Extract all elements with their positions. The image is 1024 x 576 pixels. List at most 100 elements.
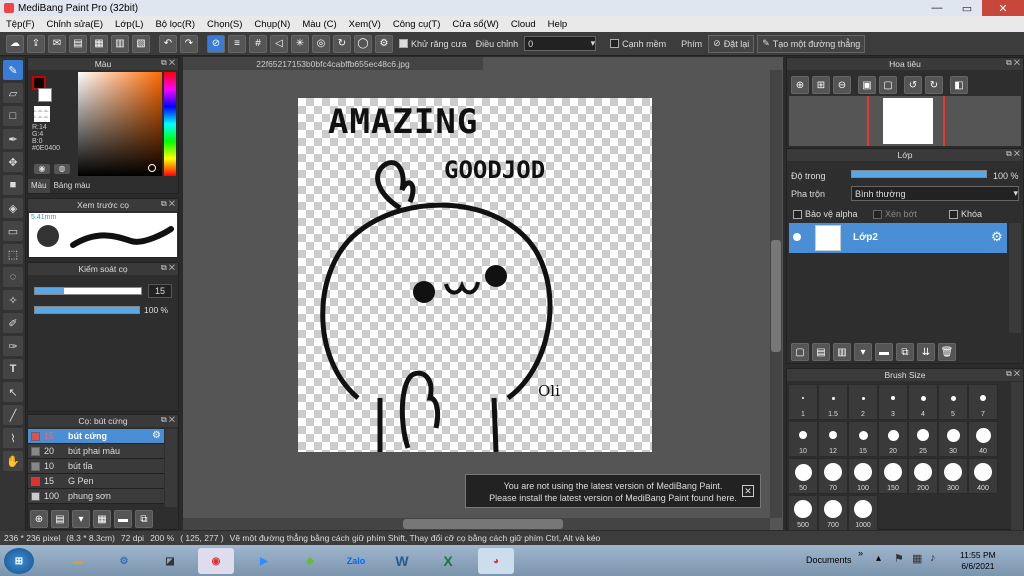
duplicate-layer-icon[interactable]: ⧉ xyxy=(896,343,914,361)
brush-size-cell[interactable]: 150 xyxy=(878,458,908,494)
brush-size-cell[interactable]: 200 xyxy=(908,458,938,494)
upload-icon[interactable]: ⇪ xyxy=(27,34,45,53)
ellipse-snap-icon[interactable]: ◯ xyxy=(354,34,372,53)
document-tab[interactable]: 22f65217153b0bfc4cabffb655ec48c6.jpg xyxy=(183,57,483,70)
brush-size-scrollbar[interactable] xyxy=(1011,382,1023,530)
brush-size-cell[interactable]: 500 xyxy=(788,495,818,531)
brush-list-scrollbar[interactable] xyxy=(165,429,177,507)
color-set-icon[interactable]: ◍ xyxy=(54,164,70,174)
parallel-snap-icon[interactable]: ≡ xyxy=(228,34,246,53)
green-app-icon[interactable]: ◈ xyxy=(292,548,328,574)
maximize-button[interactable]: ▭ xyxy=(952,0,982,16)
brush-size-cell[interactable]: 20 xyxy=(878,421,908,457)
brush-size-cell[interactable]: 1000 xyxy=(848,495,878,531)
rotate-right-icon[interactable]: ↻ xyxy=(925,76,943,94)
secondary-color-swatch[interactable] xyxy=(38,88,52,102)
new-8bit-layer-icon[interactable]: ▥ xyxy=(833,343,851,361)
menu-window[interactable]: Cửa sổ(W) xyxy=(446,19,504,30)
gradient-tool-icon[interactable]: ▭ xyxy=(3,221,23,241)
straight-line-button[interactable]: ✎ Tạo một đường thẳng xyxy=(757,34,866,53)
brush-size-cell[interactable]: 700 xyxy=(818,495,848,531)
color-wheel-icon[interactable]: ◉ xyxy=(34,164,50,174)
pages-icon[interactable]: ▧ xyxy=(132,34,150,53)
menu-tools[interactable]: Công cụ(T) xyxy=(387,19,447,30)
brush-size-cell[interactable]: 1.5 xyxy=(818,384,848,420)
brush-opacity-slider[interactable] xyxy=(34,306,140,314)
snap-settings-icon[interactable]: ⚙ xyxy=(375,34,393,53)
undo-icon[interactable]: ↶ xyxy=(159,34,177,53)
word-icon[interactable]: W xyxy=(384,548,420,574)
pen-tool-icon[interactable]: ✒ xyxy=(3,129,23,149)
shape-tool-icon[interactable]: ■ xyxy=(3,175,23,195)
menu-select[interactable]: Chọn(S) xyxy=(201,19,248,30)
antialias-toggle[interactable]: Khử răng cưa xyxy=(396,39,470,49)
snap-off-icon[interactable]: ⊘ xyxy=(207,34,225,53)
brush-size-cell[interactable]: 12 xyxy=(818,421,848,457)
eraser-tool-icon[interactable]: ▱ xyxy=(3,83,23,103)
save-icon[interactable]: ▦ xyxy=(90,34,108,53)
panel-close-icon[interactable]: ⧉ ✕ xyxy=(1006,369,1020,379)
eyedropper-tool-icon[interactable]: ⌇ xyxy=(3,428,23,448)
brush-size-cell[interactable]: 100 xyxy=(848,458,878,494)
zalo-icon[interactable]: Zalo xyxy=(338,548,374,574)
layer-opacity-slider[interactable] xyxy=(851,170,987,178)
brush-size-slider[interactable] xyxy=(34,287,142,295)
file-explorer-icon[interactable]: ▬ xyxy=(60,548,96,574)
grid-snap-icon[interactable]: # xyxy=(249,34,267,53)
brush-size-cell[interactable]: 10 xyxy=(788,421,818,457)
panel-close-icon[interactable]: ⧉ ✕ xyxy=(1006,58,1020,68)
divide-tool-icon[interactable]: ╱ xyxy=(3,405,23,425)
chrome-icon[interactable]: ◉ xyxy=(198,548,234,574)
settings-app-icon[interactable]: ⚙ xyxy=(106,548,142,574)
brush-duplicate-icon[interactable]: ⧉ xyxy=(135,510,153,528)
panel-close-icon[interactable]: ⧉ ✕ xyxy=(1006,149,1020,159)
new-layer-icon[interactable]: ▢ xyxy=(791,343,809,361)
layer-list-scrollbar[interactable] xyxy=(1009,223,1021,333)
eye-icon[interactable] xyxy=(793,233,801,241)
antialias-checkbox[interactable] xyxy=(399,39,408,48)
lasso-tool-icon[interactable]: ◌ xyxy=(3,267,23,287)
fill-tool-icon[interactable]: ◈ xyxy=(3,198,23,218)
medibang-icon[interactable]: ◕ xyxy=(478,548,514,574)
menu-help[interactable]: Help xyxy=(542,19,574,30)
brush-size-cell[interactable]: 2 xyxy=(848,384,878,420)
tab-palette[interactable]: Bảng màu xyxy=(50,179,94,193)
move-tool-icon[interactable]: ✥ xyxy=(3,152,23,172)
brush-size-cell[interactable]: 400 xyxy=(968,458,998,494)
brush-folder-icon[interactable]: ▬ xyxy=(114,510,132,528)
soft-edge-checkbox[interactable] xyxy=(610,39,620,48)
lock-toggle[interactable]: Khóa xyxy=(949,209,982,219)
magic-wand-tool-icon[interactable]: ✧ xyxy=(3,290,23,310)
brush-copy-icon[interactable]: ▦ xyxy=(93,510,111,528)
brush-new-icon[interactable]: ▤ xyxy=(51,510,69,528)
hand-tool-icon[interactable]: ✋ xyxy=(3,451,23,471)
menu-file[interactable]: Tệp(F) xyxy=(0,19,41,30)
layer-settings-gear-icon[interactable]: ⚙ xyxy=(991,229,1003,245)
brush-size-cell[interactable]: 7 xyxy=(968,384,998,420)
redo-icon[interactable]: ↷ xyxy=(180,34,198,53)
cloud-icon[interactable]: ☁ xyxy=(6,34,24,53)
brush-size-cell[interactable]: 70 xyxy=(818,458,848,494)
menu-color[interactable]: Màu (C) xyxy=(296,19,342,30)
brush-list-item[interactable]: 100 phung sơn xyxy=(28,489,164,504)
clip-toggle[interactable]: Xén bớt xyxy=(873,209,917,219)
hue-slider[interactable] xyxy=(164,72,176,176)
canvas-horizontal-scrollbar[interactable] xyxy=(183,518,770,530)
circle-snap-icon[interactable]: ◎ xyxy=(312,34,330,53)
brush-list-item[interactable]: 15 bút cứng ⚙ xyxy=(28,429,164,444)
lock-checkbox[interactable] xyxy=(949,209,958,219)
documents-toolbar[interactable]: Documents xyxy=(806,555,852,565)
brush-size-value[interactable]: 15 xyxy=(148,284,172,298)
menu-layer[interactable]: Lớp(L) xyxy=(109,19,149,30)
perspective-snap-icon[interactable]: ◁ xyxy=(270,34,288,53)
minimize-button[interactable]: — xyxy=(922,0,952,16)
brush-list-item[interactable]: 10 bút tỉa xyxy=(28,459,164,474)
brush-size-cell[interactable]: 40 xyxy=(968,421,998,457)
brush-tool-icon[interactable]: ✎ xyxy=(3,60,23,80)
merge-layer-icon[interactable]: ⇊ xyxy=(917,343,935,361)
actual-size-icon[interactable]: ▣ xyxy=(858,76,876,94)
reset-button[interactable]: ⊘ Đặt lại xyxy=(708,34,755,53)
media-app-icon[interactable]: ◪ xyxy=(152,548,188,574)
layer-row[interactable]: Lớp2 ⚙ xyxy=(789,223,1007,253)
panel-close-icon[interactable]: ⧉ ✕ xyxy=(161,58,175,68)
